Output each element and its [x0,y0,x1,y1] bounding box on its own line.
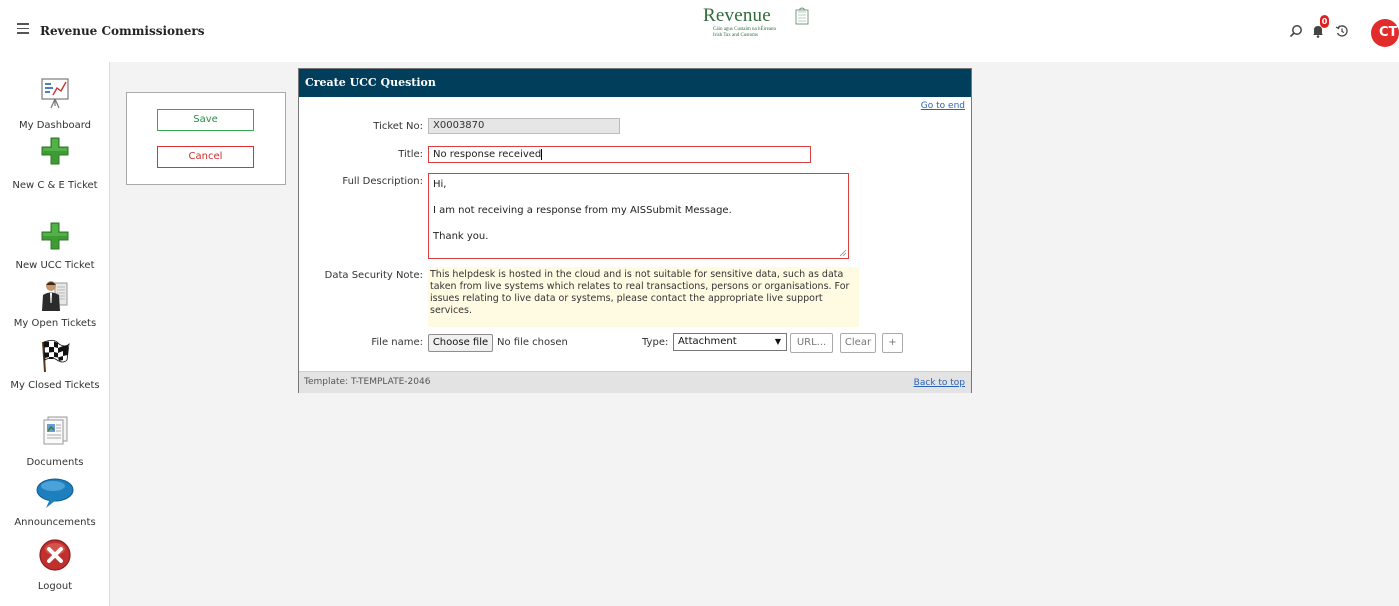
cancel-button[interactable]: Cancel [157,146,254,168]
sidebar-item-label: New C & E Ticket [12,180,98,191]
form-actions-box: Save Cancel [126,92,286,185]
user-avatar[interactable]: CT [1371,19,1399,47]
resize-grip-icon[interactable] [839,249,847,257]
description-line: I am not receiving a response from my AI… [433,205,732,216]
dashboard-chart-icon [41,78,69,109]
choose-file-button[interactable]: Choose file [428,334,493,352]
description-line: Thank you. [433,231,489,242]
add-attachment-button[interactable]: + [882,333,903,353]
title-label: Title: [398,149,423,160]
clear-button[interactable]: Clear [840,333,876,353]
speech-bubble-icon [36,478,74,508]
go-to-end-link[interactable]: Go to end [921,101,965,111]
panel-footer: Template: T-TEMPLATE-2046 Back to top [299,371,971,393]
title-input[interactable]: No response received [428,146,811,163]
documents-icon [43,416,68,445]
sidebar-item-new-ucc-ticket[interactable]: New UCC Ticket [0,221,110,272]
sidebar-item-label: New UCC Ticket [15,260,95,271]
dropdown-arrow-icon: ▼ [774,337,781,346]
harp-emblem-icon [795,7,809,25]
data-security-note: This helpdesk is hosted in the cloud and… [428,267,859,327]
sidebar-item-label: My Open Tickets [13,318,97,329]
logo-wordmark: Revenue [703,5,771,26]
sidebar-item-label: My Closed Tickets [10,380,100,391]
sidebar-item-my-dashboard[interactable]: My Dashboard [0,76,110,132]
save-button[interactable]: Save [157,109,254,131]
notification-badge: 0 [1320,15,1329,28]
title-value: No response received [433,149,542,160]
sidebar: My Dashboard New C & E Ticket New UCC Ti… [0,62,110,606]
description-line: Hi, [433,179,447,190]
data-security-label: Data Security Note: [324,270,423,281]
logo-subtitle-irish: Cáin agus Custaim na hÉireann [713,27,777,32]
no-file-status: No file chosen [497,337,568,348]
logo-subtitle-english: Irish Tax and Customs [713,33,758,38]
revenue-logo: Revenue Cáin agus Custaim na hÉireann Ir… [703,5,813,39]
history-icon[interactable] [1335,24,1349,38]
sidebar-item-logout[interactable]: Logout [0,538,110,593]
type-label: Type: [642,337,669,348]
ticket-no-field: X0003870 [428,118,620,134]
hamburger-icon[interactable] [17,23,29,35]
person-documents-icon [42,281,68,311]
template-id: Template: T-TEMPLATE-2046 [304,377,431,387]
full-description-label: Full Description: [342,176,423,187]
url-button[interactable]: URL... [790,333,833,353]
logout-icon [39,539,71,571]
sidebar-item-label: My Dashboard [19,120,91,131]
type-selected-value: Attachment [678,336,737,347]
sidebar-item-label: Documents [26,457,84,468]
green-plus-icon [41,137,69,165]
panel-title: Create UCC Question [299,69,971,97]
sidebar-item-new-ce-ticket[interactable]: New C & E Ticket [0,136,110,192]
sidebar-item-my-closed-tickets[interactable]: My Closed Tickets [0,338,110,392]
sidebar-item-my-open-tickets[interactable]: My Open Tickets [0,277,110,330]
sidebar-item-announcements[interactable]: Announcements [0,476,110,529]
type-select[interactable]: Attachment ▼ [673,333,787,351]
checkered-flag-icon [42,340,70,373]
file-name-label: File name: [371,337,423,348]
sidebar-item-documents[interactable]: Documents [0,415,110,469]
back-to-top-link[interactable]: Back to top [914,378,965,388]
search-icon[interactable] [1289,24,1303,38]
sidebar-item-label: Announcements [14,517,96,528]
create-ucc-question-panel: Create UCC Question Go to end Ticket No:… [298,68,972,393]
app-title: Revenue Commissioners [40,24,205,38]
ticket-no-label: Ticket No: [373,121,423,132]
full-description-textarea[interactable]: Hi, I am not receiving a response from m… [428,173,849,259]
green-plus-icon [41,222,69,250]
sidebar-item-label: Logout [37,581,73,592]
text-cursor [541,148,543,160]
top-bar: Revenue Commissioners Revenue Cáin agus … [0,0,1399,62]
